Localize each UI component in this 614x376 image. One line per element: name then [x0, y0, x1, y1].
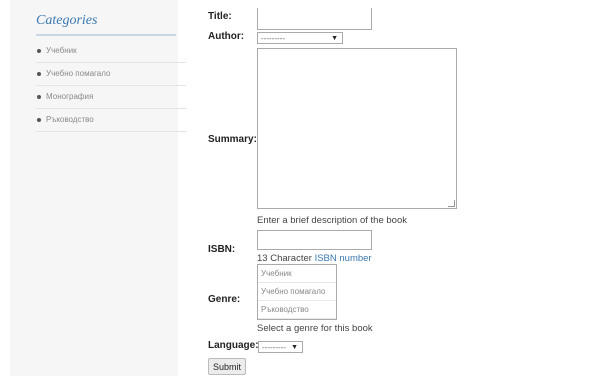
genre-option[interactable]: Учебник — [258, 265, 336, 283]
title-input[interactable] — [257, 8, 372, 30]
sidebar: Categories Учебник Учебно помагало Моног… — [10, 0, 186, 376]
summary-label: Summary: — [208, 134, 257, 145]
isbn-input[interactable] — [257, 230, 372, 250]
bullet-icon — [37, 49, 41, 53]
resize-handle-icon[interactable] — [448, 200, 455, 207]
isbn-help-prefix: 13 Character — [257, 253, 315, 264]
chevron-down-icon: ▼ — [331, 35, 338, 42]
bullet-icon — [37, 118, 41, 122]
language-label: Language: — [208, 340, 259, 351]
category-item[interactable]: Учебно помагало — [36, 63, 186, 86]
genre-multiselect[interactable]: Учебник Учебно помагало Ръководство — [257, 264, 337, 320]
category-item[interactable]: Монография — [36, 86, 186, 109]
category-label: Учебник — [46, 46, 77, 55]
genre-option[interactable]: Ръководство — [258, 301, 336, 319]
categories-heading: Categories — [36, 13, 98, 28]
summary-help-text: Enter a brief description of the book — [257, 215, 407, 226]
isbn-help-text: 13 Character ISBN number — [257, 253, 372, 264]
chevron-down-icon: ▼ — [291, 344, 298, 351]
author-select[interactable]: --------- ▼ — [257, 32, 343, 44]
isbn-label: ISBN: — [208, 244, 236, 255]
summary-textarea[interactable] — [257, 48, 457, 209]
genre-option[interactable]: Учебно помагало — [258, 283, 336, 301]
language-select[interactable]: --------- ▼ — [258, 341, 303, 353]
categories-divider — [36, 34, 176, 36]
category-item[interactable]: Учебник — [36, 40, 186, 63]
category-item[interactable]: Ръководство — [36, 109, 186, 132]
language-select-value: --------- — [262, 343, 286, 352]
author-label: Author: — [208, 31, 245, 42]
isbn-number-link[interactable]: ISBN number — [315, 253, 372, 264]
category-label: Учебно помагало — [46, 69, 111, 78]
category-label: Ръководство — [46, 115, 94, 124]
bullet-icon — [37, 95, 41, 99]
bullet-icon — [37, 72, 41, 76]
title-label: Title: — [208, 11, 232, 22]
author-select-value: --------- — [261, 34, 285, 43]
category-list: Учебник Учебно помагало Монография Ръков… — [36, 40, 186, 132]
category-label: Монография — [46, 92, 94, 101]
submit-button[interactable]: Submit — [208, 358, 246, 375]
genre-help-text: Select a genre for this book — [257, 323, 373, 334]
genre-label: Genre: — [208, 294, 241, 305]
